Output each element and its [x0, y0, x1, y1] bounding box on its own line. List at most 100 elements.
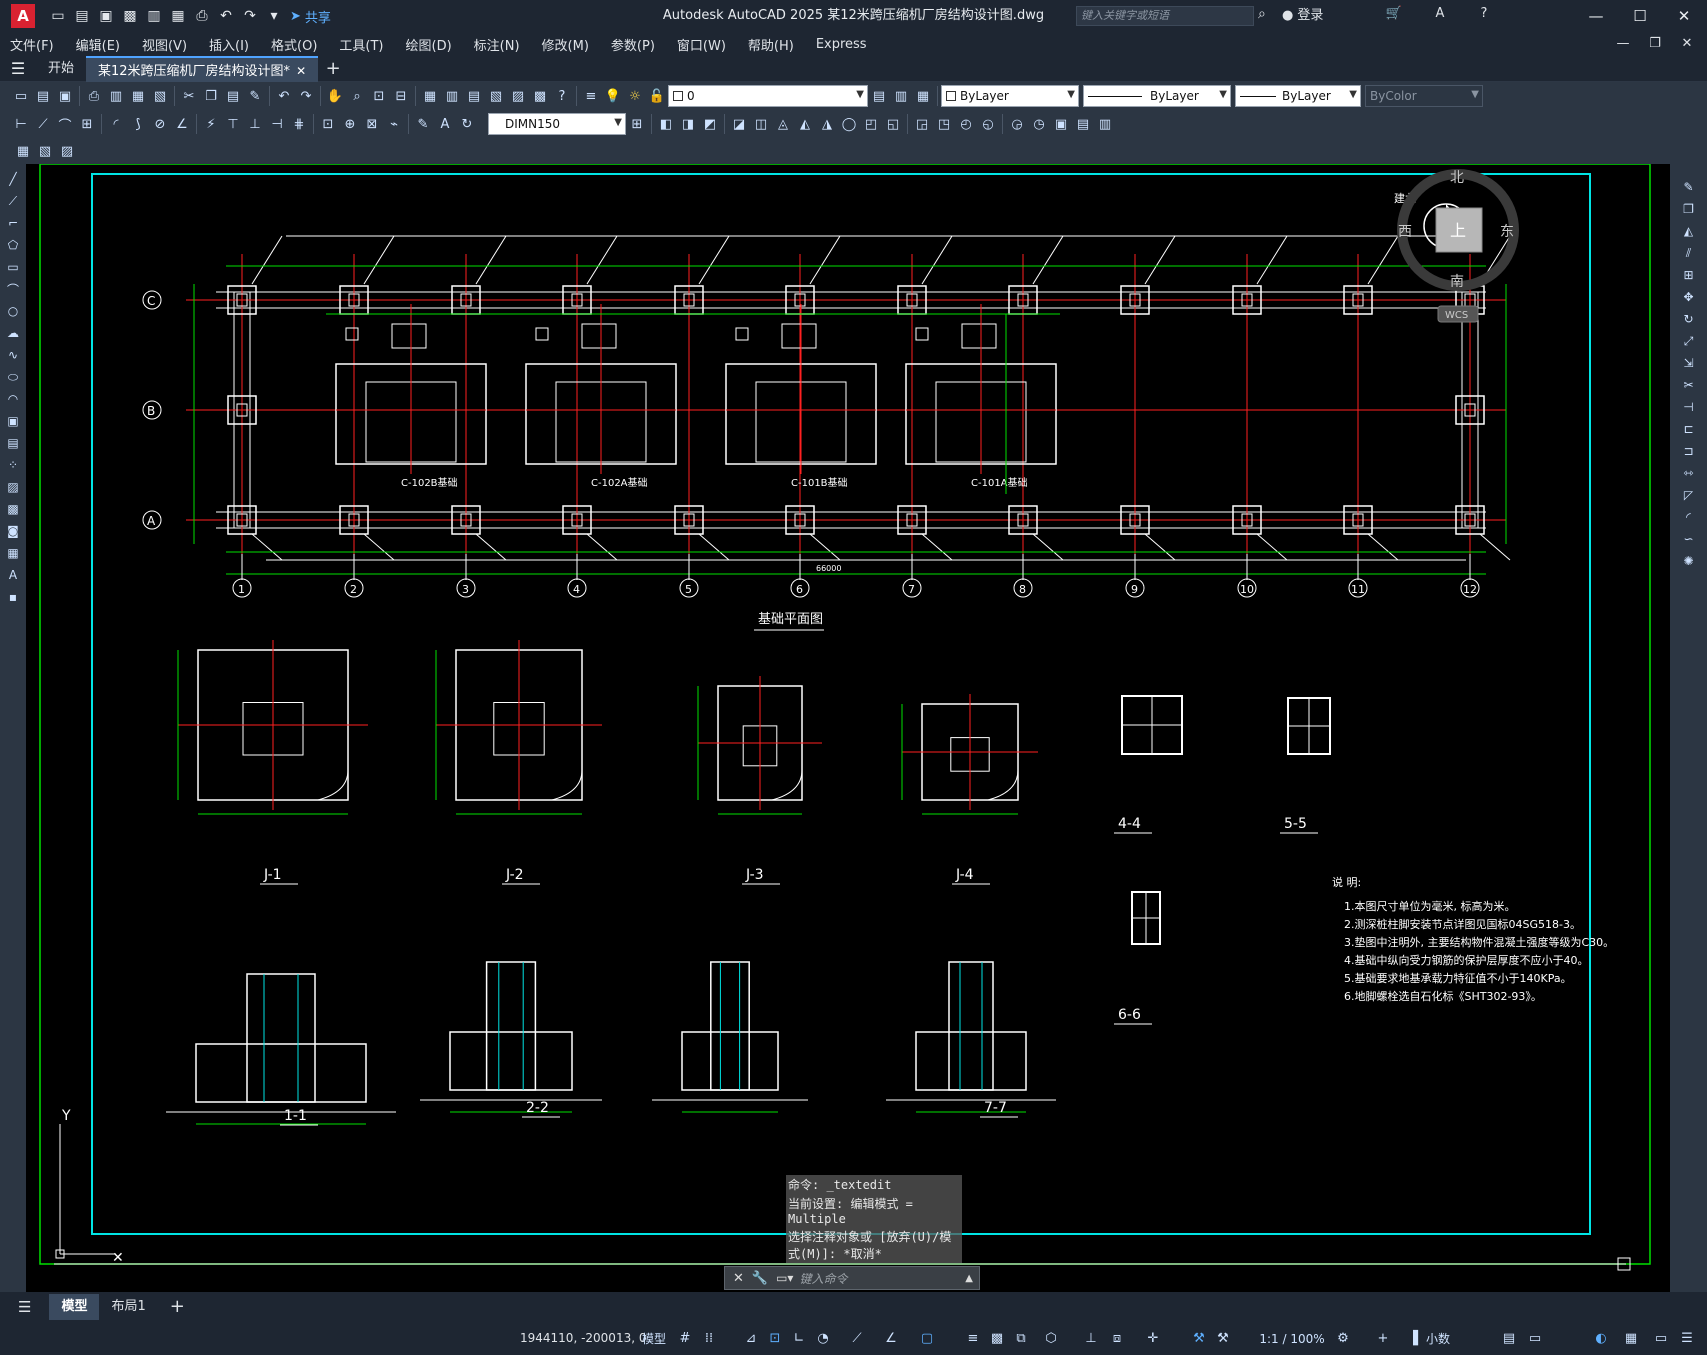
markup-set-icon[interactable]: ▦ [12, 140, 34, 162]
3d-move-icon[interactable]: ◶ [1006, 113, 1028, 135]
erase-icon[interactable]: ✎ [1678, 176, 1700, 198]
redo-icon[interactable]: ↷ [295, 85, 317, 107]
line-icon[interactable]: ╱ [2, 168, 24, 190]
share-button[interactable]: ➤ 共享 [290, 7, 331, 26]
menu-edit[interactable]: 编辑(E) [76, 35, 120, 54]
hyperlink-icon[interactable]: ▧ [34, 140, 56, 162]
snap-icon[interactable]: ⁞⁞ [698, 1328, 720, 1350]
hamburger-menu-icon[interactable]: ☰ [0, 59, 36, 78]
explode-icon[interactable]: ✺ [1678, 550, 1700, 572]
app-menu-button[interactable]: A [6, 2, 40, 30]
calculator-icon[interactable]: ▩ [529, 85, 551, 107]
tool-palettes-icon[interactable]: ▤ [463, 85, 485, 107]
paste-icon[interactable]: ▤ [222, 85, 244, 107]
save-icon[interactable]: ▣ [96, 6, 116, 26]
customize-command-icon[interactable]: 🔧 [752, 1271, 768, 1286]
units-select[interactable]: 小数 [1426, 1328, 1486, 1350]
arc-icon[interactable]: ⌒ [2, 278, 24, 300]
jogged-dim-icon[interactable]: ⟆ [127, 113, 149, 135]
tab-layout1[interactable]: 布局1 [99, 1294, 157, 1320]
sweep-icon[interactable]: ◬ [772, 113, 794, 135]
polar-tracking-icon[interactable]: ◔ [812, 1328, 834, 1350]
command-input[interactable]: 键入命令 [799, 1270, 847, 1287]
publish-icon[interactable]: ▦ [168, 6, 188, 26]
center-mark-icon[interactable]: ⊕ [339, 113, 361, 135]
dynamic-input-icon[interactable]: ⊡ [764, 1328, 786, 1350]
presspull-icon[interactable]: ◱ [882, 113, 904, 135]
object-snap-icon[interactable]: ▢ [916, 1328, 938, 1350]
layer-walk-icon[interactable]: ▨ [56, 140, 78, 162]
new-tab-button[interactable]: + [318, 58, 348, 79]
units-icon[interactable]: ▐ [1402, 1328, 1424, 1350]
fillet-icon[interactable]: ◜ [1678, 506, 1700, 528]
ellipse-icon[interactable]: ⬭ [2, 366, 24, 388]
revision-cloud-icon[interactable]: ☁ [2, 322, 24, 344]
subtract-icon[interactable]: ◯ [838, 113, 860, 135]
menu-parametric[interactable]: 参数(P) [611, 35, 655, 54]
point-icon[interactable]: ⁘ [2, 454, 24, 476]
3d-osnap-icon[interactable]: ⬡ [1040, 1328, 1062, 1350]
make-block-icon[interactable]: ▤ [2, 432, 24, 454]
dim-text-edit-icon[interactable]: A [434, 113, 456, 135]
help-icon[interactable]: ? [551, 85, 573, 107]
revolve-icon[interactable]: ◫ [750, 113, 772, 135]
save-as-icon[interactable]: ▩ [120, 6, 140, 26]
clean-screen-icon[interactable]: ▭ [1650, 1328, 1672, 1350]
intersect-icon[interactable]: ◰ [860, 113, 882, 135]
qnew-icon[interactable]: ▭ [10, 85, 32, 107]
menu-format[interactable]: 格式(O) [271, 35, 317, 54]
join-icon[interactable]: ⇿ [1678, 462, 1700, 484]
maximize-button[interactable]: ☐ [1618, 0, 1662, 32]
ellipse-arc-icon[interactable]: ◠ [2, 388, 24, 410]
menu-express[interactable]: Express [816, 37, 867, 52]
arc-length-icon[interactable]: ⌒ [54, 113, 76, 135]
extend-icon[interactable]: ⊣ [1678, 396, 1700, 418]
markup-icon[interactable]: ▨ [507, 85, 529, 107]
union-icon[interactable]: ◮ [816, 113, 838, 135]
command-history-toggle-icon[interactable]: ▲ [965, 1273, 973, 1284]
layer-select[interactable]: 0 ▼ [668, 85, 868, 107]
doc-minimize-button[interactable]: — [1608, 32, 1638, 56]
menu-draw[interactable]: 绘图(D) [406, 35, 452, 54]
zoom-previous-icon[interactable]: ⊟ [390, 85, 412, 107]
baseline-dim-icon[interactable]: ⊤ [222, 113, 244, 135]
search-icon[interactable]: ⌕ [1258, 6, 1278, 26]
lineweight-icon[interactable]: ≡ [962, 1328, 984, 1350]
zoom-realtime-icon[interactable]: ⌕ [346, 85, 368, 107]
polyline-icon[interactable]: ⌐ [2, 212, 24, 234]
dim-break-icon[interactable]: ⋕ [288, 113, 310, 135]
minimize-button[interactable]: — [1574, 0, 1618, 32]
layer-properties-icon[interactable]: ≡ [580, 85, 602, 107]
isometric-icon[interactable]: ⟋ [846, 1328, 868, 1350]
layout-menu-icon[interactable]: ☰ [0, 1294, 49, 1320]
drawing-canvas[interactable]: C-102B基础 C-102A基础 C-101B基础 C-101A基础 66000 C B A… [26, 164, 1670, 1292]
grid-icon[interactable]: # [674, 1328, 696, 1350]
section-plane-icon[interactable]: ◵ [977, 113, 999, 135]
settings-gear-icon[interactable]: ⚙ [1332, 1328, 1354, 1350]
angular-dim-icon[interactable]: ∠ [171, 113, 193, 135]
ordinate-dim-icon[interactable]: ⊞ [76, 113, 98, 135]
properties-icon[interactable]: ▦ [419, 85, 441, 107]
dim-style-manager-icon[interactable]: ⊞ [626, 113, 648, 135]
gradient-icon[interactable]: ▩ [2, 498, 24, 520]
jogged-linear-icon[interactable]: ⌁ [383, 113, 405, 135]
close-tab-icon[interactable]: ✕ [296, 64, 306, 78]
slice-icon[interactable]: ◲ [911, 113, 933, 135]
plot-icon[interactable]: ⎙ [83, 85, 105, 107]
infer-constraints-icon[interactable]: ⊿ [740, 1328, 762, 1350]
blend-curves-icon[interactable]: ∽ [1678, 528, 1700, 550]
search-input[interactable]: 键入关键字或短语 [1076, 6, 1254, 26]
new-file-icon[interactable]: ▭ [48, 6, 68, 26]
thicken-icon[interactable]: ◳ [933, 113, 955, 135]
sphere-icon[interactable]: ◩ [699, 113, 721, 135]
design-center-icon[interactable]: ▥ [441, 85, 463, 107]
layer-previous-icon[interactable]: ▥ [890, 85, 912, 107]
rotate-icon[interactable]: ↻ [1678, 308, 1700, 330]
redo-icon[interactable]: ↷ [240, 6, 260, 26]
cart-icon[interactable]: 🛒 [1384, 6, 1404, 26]
mirror-icon[interactable]: ◭ [1678, 220, 1700, 242]
copy-icon[interactable]: ❐ [200, 85, 222, 107]
menu-help[interactable]: 帮助(H) [748, 35, 794, 54]
circle-icon[interactable]: ○ [2, 300, 24, 322]
rectangle-icon[interactable]: ▭ [2, 256, 24, 278]
